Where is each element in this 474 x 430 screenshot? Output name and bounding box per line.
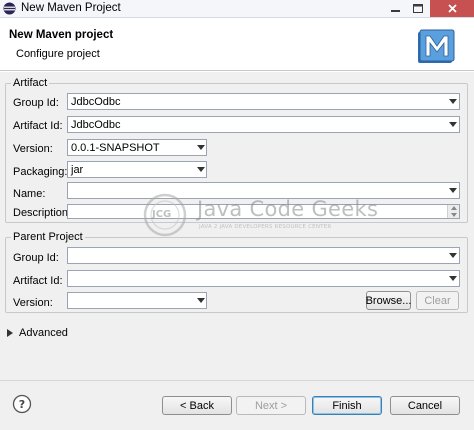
svg-text:?: ? — [19, 398, 25, 411]
watermark-initials: JCG — [152, 209, 172, 220]
artifact-id-combo[interactable]: JdbcOdbc — [67, 116, 460, 133]
packaging-value: jar — [71, 164, 84, 176]
chevron-down-icon[interactable] — [449, 188, 457, 193]
artifact-id-value: JdbcOdbc — [71, 119, 121, 131]
packaging-combo[interactable]: jar — [67, 161, 207, 178]
next-button[interactable]: Next > — [236, 396, 306, 415]
scroll-up-icon — [451, 206, 457, 210]
packaging-label: Packaging: — [13, 166, 68, 178]
version-label: Version: — [13, 143, 53, 155]
wizard-subtitle: Configure project — [16, 48, 100, 60]
advanced-expander[interactable]: Advanced — [19, 327, 68, 339]
chevron-down-icon[interactable] — [449, 99, 457, 104]
scroll-down-icon — [451, 213, 457, 217]
chevron-down-icon[interactable] — [197, 167, 205, 172]
finish-button[interactable]: Finish — [312, 396, 382, 415]
close-icon — [447, 4, 457, 13]
parent-artifact-id-label: Artifact Id: — [13, 275, 63, 287]
minimize-button[interactable] — [385, 0, 406, 17]
artifact-id-label: Artifact Id: — [13, 120, 63, 132]
back-button[interactable]: < Back — [162, 396, 232, 415]
maximize-button[interactable] — [407, 0, 428, 17]
description-label: Description: — [13, 207, 72, 219]
artifact-legend: Artifact — [11, 77, 50, 89]
parent-artifact-id-combo[interactable] — [67, 270, 460, 287]
group-id-label: Group Id: — [13, 97, 59, 109]
java-code-geeks-watermark: JCG Java Code Geeks JAVA 2 JAVA DEVELOPE… — [143, 191, 378, 241]
eclipse-icon — [3, 2, 16, 15]
watermark-tagline: JAVA 2 JAVA DEVELOPERS RESOURCE CENTER — [199, 224, 332, 230]
window-title: New Maven Project — [21, 2, 121, 14]
wizard-title: New Maven project — [9, 29, 114, 41]
chevron-down-icon[interactable] — [449, 122, 457, 127]
group-id-value: JdbcOdbc — [71, 96, 121, 108]
chevron-down-icon[interactable] — [449, 276, 457, 281]
parent-version-combo[interactable] — [67, 292, 207, 309]
help-icon: ? — [12, 394, 32, 414]
maven-logo-icon — [418, 29, 455, 63]
close-button[interactable] — [430, 0, 474, 17]
parent-group-id-label: Group Id: — [13, 252, 59, 264]
chevron-down-icon[interactable] — [197, 298, 205, 303]
parent-version-label: Version: — [13, 297, 53, 309]
wizard-header — [0, 19, 474, 71]
minimize-icon — [391, 10, 400, 12]
help-button[interactable]: ? — [12, 394, 32, 414]
maximize-icon — [412, 4, 423, 13]
watermark-name: Java Code Geeks — [197, 197, 379, 221]
group-id-combo[interactable]: JdbcOdbc — [67, 93, 460, 110]
browse-button[interactable]: Browse... — [366, 291, 411, 310]
name-label: Name: — [13, 188, 46, 200]
version-value: 0.0.1-SNAPSHOT — [71, 142, 160, 154]
version-combo[interactable]: 0.0.1-SNAPSHOT — [67, 139, 207, 156]
parent-group-id-combo[interactable] — [67, 247, 460, 264]
chevron-down-icon[interactable] — [449, 253, 457, 258]
description-scrollbar[interactable] — [447, 205, 459, 218]
chevron-down-icon[interactable] — [197, 145, 205, 150]
cancel-button[interactable]: Cancel — [390, 396, 460, 415]
clear-button[interactable]: Clear — [416, 291, 459, 310]
expand-arrow-icon[interactable] — [7, 329, 13, 337]
parent-project-legend: Parent Project — [11, 231, 85, 243]
